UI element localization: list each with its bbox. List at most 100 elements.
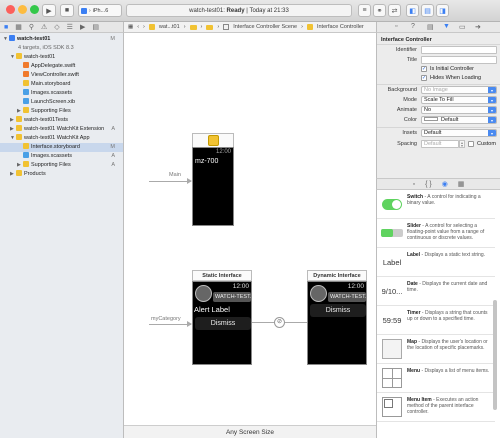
back-arrow-icon[interactable]: ‹ [137,24,139,30]
rings-icon: ⚭ [376,7,383,15]
main-label[interactable]: mz-700 [195,158,218,165]
navigator-item[interactable]: Images.xcassets [0,89,123,98]
dynamic-interface-scene[interactable]: 12:00 WATCH-TEST... Dismiss [307,281,367,365]
jump-item-2[interactable]: Interface Controller [317,24,364,30]
toggle-debug-button[interactable]: ▤ [421,4,434,17]
symbol-icon[interactable]: ▦ [15,23,22,31]
size-class-bar[interactable]: Any Screen Size [124,425,376,438]
minimize-window-button[interactable] [18,5,27,14]
navigator-item[interactable]: ▶ Supporting Files [0,107,123,116]
library-scrollbar[interactable] [493,300,497,410]
static-scene-title[interactable]: Static Interface [192,270,252,281]
attributes-inspector-icon[interactable]: ▼ [443,23,450,30]
connections-inspector-icon[interactable]: ➜ [475,23,481,31]
run-button[interactable]: ▶ [42,4,56,17]
code-snippet-icon[interactable]: { } [425,181,432,188]
custom-checkbox[interactable] [468,141,474,147]
status-state: Ready [226,7,245,14]
navigator-item[interactable]: LaunchScreen.xib [0,98,123,107]
navigator-item[interactable]: ▶ Supporting Files A [0,161,123,170]
main-scene-header[interactable] [192,133,234,147]
background-popup[interactable]: No Image ▾ [421,86,497,94]
close-window-button[interactable] [6,5,15,14]
background-label: Background [387,87,417,93]
warning-icon[interactable]: ⚠ [41,23,47,31]
library-item[interactable]: 9/10... Date - Displays the current date … [377,277,495,306]
segue-icon[interactable]: ⊘ [274,317,285,328]
standard-editor-button[interactable]: ≡ [358,4,371,17]
navigator-item[interactable]: ▶ watch-test01 WatchKit Extension A [0,125,123,134]
file-inspector-icon[interactable]: ▫ [395,23,397,30]
is-initial-checkbox[interactable]: ✓ [421,66,427,72]
related-items-icon[interactable]: ▦ [128,24,133,30]
library-item[interactable]: Switch - A control for indicating a bina… [377,190,495,219]
text-thumb: Label [382,257,402,267]
dynamic-scene-title[interactable]: Dynamic Interface [307,270,367,281]
main-interface-scene[interactable]: 12:00 mz-700 [192,147,234,226]
version-editor-button[interactable]: ⇄ [388,4,401,17]
static-alert-label[interactable]: Alert Label [194,305,230,314]
zoom-window-button[interactable] [30,5,39,14]
color-swatch [424,117,438,121]
navigator-item-label: Images.xcassets [31,153,72,159]
help-inspector-icon[interactable]: ? [411,23,415,30]
navigator-item[interactable]: Main.storyboard [0,80,123,89]
size-inspector-icon[interactable]: ▭ [459,23,466,31]
stop-button[interactable]: ■ [60,4,74,17]
popup-arrow-icon: ▾ [488,107,496,113]
folder-icon[interactable]: ■ [4,24,8,31]
toggle-navigator-button[interactable]: ◧ [406,4,419,17]
navigator-item[interactable]: ▶ watch-test01Tests [0,116,123,125]
object-library-icon[interactable]: ◉ [442,180,448,188]
navigator-item[interactable]: 4 targets, iOS SDK 8.3 [0,44,123,53]
navigator-item[interactable]: Images.xcassets A [0,152,123,161]
navigator-item[interactable]: Interface.storyboard M [0,143,123,152]
scm-status-badge: A [111,126,115,132]
animate-popup[interactable]: No ▾ [421,106,497,114]
title-field[interactable] [421,56,497,64]
test-icon[interactable]: ◇ [54,23,59,31]
library-item[interactable]: Menu Item - Executes an action method of… [377,393,495,422]
insets-popup[interactable]: Default ▾ [421,129,497,137]
dynamic-dismiss-button[interactable]: Dismiss [310,304,366,317]
static-interface-scene[interactable]: 12:00 WATCH-TEST... Alert Label Dismiss [192,281,252,365]
library-item[interactable]: Menu - Displays a list of menu items. [377,364,495,393]
spacing-stepper[interactable]: ▴ ▾ [459,140,465,148]
mode-popup[interactable]: Scale To Fill ▾ [421,96,497,104]
hides-loading-checkbox[interactable]: ✓ [421,75,427,81]
report-icon[interactable]: ▤ [92,23,99,31]
library-item[interactable]: 59:59 Timer - Displays a string that coun… [377,306,495,335]
static-dismiss-button[interactable]: Dismiss [195,317,251,330]
library-item-text: Menu Item - Executes an action method of… [407,397,491,415]
identity-inspector-icon[interactable]: ▤ [427,23,434,31]
search-icon[interactable]: ⚲ [29,23,34,31]
navigator-item[interactable]: ▶ Products [0,170,123,179]
library-item[interactable]: Map - Displays the user's location or th… [377,335,495,364]
jump-item-1[interactable]: Interface Controller Scene [233,24,297,30]
spacing-field[interactable]: Default [421,140,459,148]
storyboard-canvas[interactable]: Main 12:00 mz-700 Static Interface 12:00… [124,33,376,425]
navigator-item[interactable]: ▼ watch-test01 [0,53,123,62]
navigator-item[interactable]: ▼ watch-test01 WatchKit App [0,134,123,143]
forward-arrow-icon[interactable]: › [143,24,145,30]
scheme-selector[interactable]: › iPh...6 [78,4,122,17]
jump-item-0[interactable]: wat...t01 [159,24,180,30]
size-class-label[interactable]: Any Screen Size [226,429,274,436]
debug-icon[interactable]: ☰ [67,23,73,31]
library-item[interactable]: Slider - A control for selecting a float… [377,219,495,248]
library-item[interactable]: Label Label - Displays a static text stri… [377,248,495,277]
assistant-editor-button[interactable]: ⚭ [373,4,386,17]
navigator-item[interactable]: ▼ watch-test01 M [0,35,123,44]
media-library-icon[interactable]: ▦ [458,180,465,188]
scheme-label: iPh...6 [92,7,109,14]
identifier-field[interactable] [421,46,497,54]
interface-controller-icon[interactable] [208,135,219,146]
toggle-utilities-button[interactable]: ◨ [436,4,449,17]
color-popup[interactable]: Default ▾ [421,116,497,124]
library-item-description: - Displays a static text string. [420,252,486,258]
navigator-item[interactable]: AppDelegate.swift [0,62,123,71]
scm-status-badge: A [111,162,115,168]
breakpoint-icon[interactable]: ▶ [80,23,85,31]
navigator-item[interactable]: ViewController.swift [0,71,123,80]
file-template-icon[interactable]: ▫ [413,181,415,188]
